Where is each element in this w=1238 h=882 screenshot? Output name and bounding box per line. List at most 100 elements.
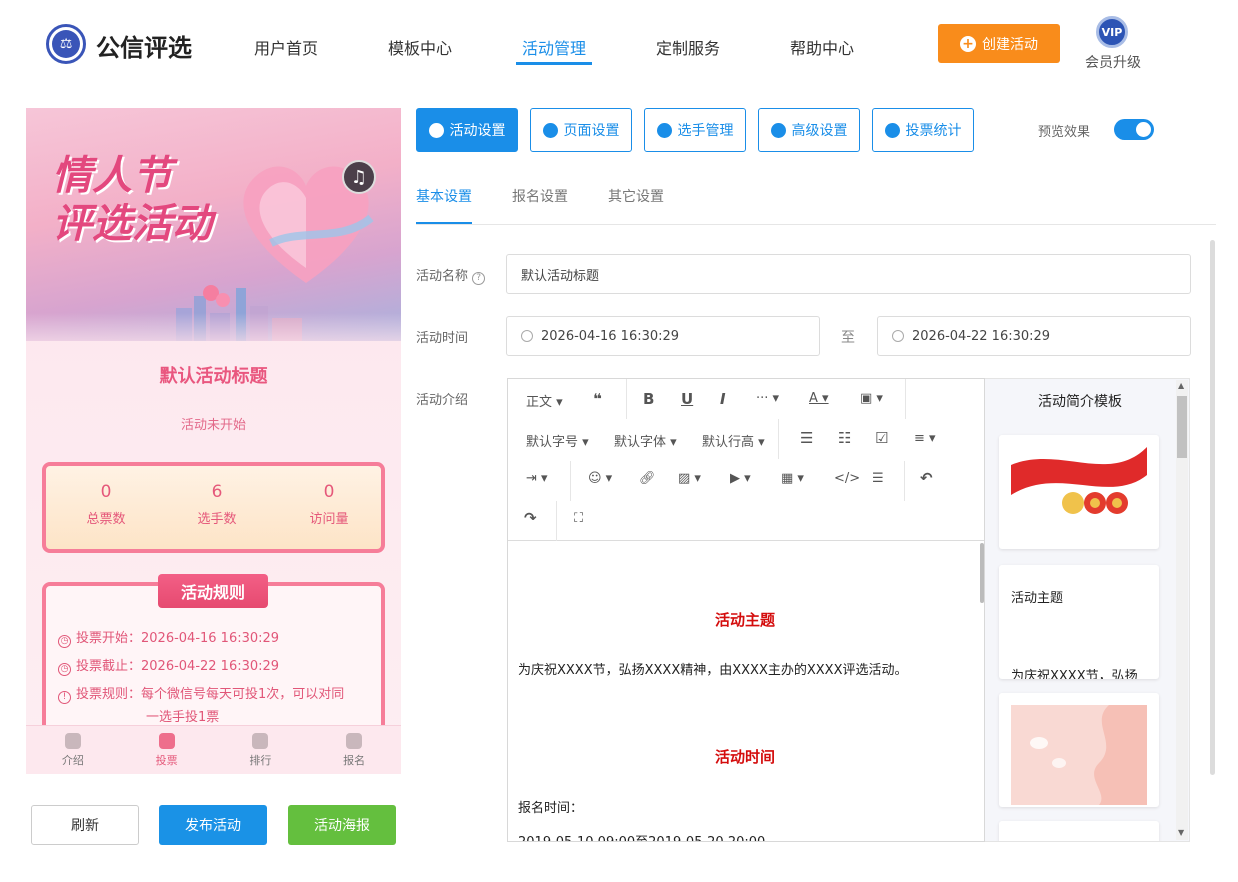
banner-title-line2: 评选活动 [52, 201, 212, 247]
tab-label: 页面设置 [563, 123, 620, 139]
video-icon[interactable]: ▶ ▾ [730, 471, 751, 486]
brand-name: 公信评选 [96, 34, 192, 62]
stat-value: 0 [323, 482, 335, 502]
vip-upgrade-link[interactable]: 会员升级 [1085, 52, 1141, 72]
tab-activity-settings[interactable]: 活动设置 [416, 108, 518, 152]
tab-label: 介绍 [61, 753, 84, 767]
ranking-icon [252, 732, 269, 749]
rule-voting-text: 投票规则：每个微信号每天可投1次，可以对同 [76, 687, 345, 702]
rich-text-editor[interactable]: 正文 ▾ ❝ B U I ··· ▾ A ▾ ▣ ▾ 默认字号 ▾ 默认字体 ▾… [507, 378, 985, 842]
underline-icon[interactable]: U [681, 390, 693, 408]
clock-icon [892, 330, 904, 342]
help-icon[interactable]: ? [472, 272, 486, 285]
template-card[interactable] [999, 821, 1159, 841]
code-icon[interactable]: </> [834, 471, 860, 486]
tab-label: 排行 [249, 753, 272, 767]
rule-start: ◷ 投票开始：2026-04-16 16:30:29 [58, 627, 279, 648]
template-card-text: 为庆祝XXXX节，弘扬 [1011, 669, 1138, 679]
bold-icon[interactable]: B [643, 390, 654, 408]
nav-custom-service[interactable]: 定制服务 [656, 35, 720, 59]
poster-button[interactable]: 活动海报 [288, 805, 396, 845]
editor-content[interactable]: 活动主题 为庆祝XXXX节，弘扬XXXX精神，由XXXX主办的XXXX评选活动。… [508, 541, 982, 841]
scroll-up-icon[interactable]: ▲ [1178, 381, 1184, 390]
toolbar-divider [556, 501, 557, 541]
subtab-divider [416, 224, 1216, 225]
tab-intro[interactable]: 介绍 [26, 726, 120, 774]
scroll-down-icon[interactable]: ▼ [1178, 828, 1184, 837]
paragraph-select[interactable]: 正文 ▾ [526, 391, 563, 410]
tab-label: 高级设置 [791, 123, 848, 139]
line-height-value: 默认行高 [702, 435, 755, 450]
template-scrollbar-thumb[interactable] [1177, 396, 1187, 458]
tab-vote[interactable]: 投票 [120, 726, 214, 774]
indent-icon[interactable]: ⇥ ▾ [526, 471, 548, 486]
rule-end-text: 投票截止：2026-04-22 16:30:29 [76, 659, 280, 674]
mobile-tabbar: 介绍 投票 排行 报名 [26, 725, 401, 774]
toolbar-divider [570, 461, 571, 501]
activity-name-input[interactable]: 默认活动标题 [506, 254, 1191, 294]
activity-intro-label: 活动介绍 [416, 393, 469, 408]
stat-label: 选手数 [197, 512, 237, 527]
font-size-select[interactable]: 默认字号 ▾ [526, 431, 589, 450]
divider-icon[interactable]: ☰ [872, 471, 884, 486]
preview-toggle[interactable] [1114, 119, 1154, 140]
create-activity-button[interactable]: + 创建活动 [938, 24, 1060, 63]
more-icon[interactable]: ··· ▾ [756, 391, 779, 406]
table-icon[interactable]: ▦ ▾ [781, 471, 804, 486]
vip-icon[interactable]: VIP [1096, 16, 1128, 48]
stats-box: 0 总票数 6 选手数 0 访问量 [42, 462, 385, 553]
page-scrollbar[interactable] [1210, 240, 1215, 775]
subtab-basic[interactable]: 基本设置 [416, 186, 472, 206]
fullscreen-icon[interactable]: ⛶ [574, 511, 583, 526]
template-card[interactable]: 活动主题 为庆祝XXXX节，弘扬 [999, 565, 1159, 679]
publish-button[interactable]: 发布活动 [159, 805, 267, 845]
activity-title: 默认活动标题 [159, 366, 268, 387]
nav-activity-management[interactable]: 活动管理 [522, 35, 586, 59]
tab-label: 投票统计 [905, 123, 962, 139]
stat-total-votes: 0 总票数 [51, 482, 161, 527]
tab-signup[interactable]: 报名 [307, 726, 401, 774]
subtab-signup[interactable]: 报名设置 [512, 186, 568, 206]
image-icon[interactable]: ▨ ▾ [678, 471, 701, 486]
nav-help-center[interactable]: 帮助中心 [790, 35, 854, 59]
quote-icon[interactable]: ❝ [593, 390, 602, 408]
nav-user-home[interactable]: 用户首页 [254, 35, 318, 59]
background-color-icon[interactable]: ▣ ▾ [860, 391, 883, 406]
align-icon[interactable]: ≡ ▾ [914, 431, 936, 446]
emoji-icon[interactable]: ☺ ▾ [588, 471, 612, 486]
font-size-value: 默认字号 [526, 435, 579, 450]
numbered-list-icon[interactable]: ☷ [838, 429, 851, 447]
link-icon[interactable]: 🔗︎ [639, 471, 656, 486]
tab-ranking[interactable]: 排行 [214, 726, 308, 774]
nav-template-center[interactable]: 模板中心 [388, 35, 452, 59]
activity-name-label: 活动名称 ? [416, 265, 486, 285]
tab-page-settings[interactable]: 页面设置 [530, 108, 632, 152]
font-color-icon[interactable]: A ▾ [809, 391, 829, 406]
tab-advanced-settings[interactable]: 高级设置 [758, 108, 860, 152]
tab-contestant-management[interactable]: 选手管理 [644, 108, 746, 152]
to-label: 至 [841, 330, 855, 346]
toolbar-divider [778, 419, 779, 459]
site-logo[interactable]: ⚖ [46, 24, 86, 64]
tab-vote-statistics[interactable]: 投票统计 [872, 108, 974, 152]
bullet-list-icon[interactable]: ☰ [800, 429, 813, 447]
refresh-button[interactable]: 刷新 [31, 805, 139, 845]
line-height-select[interactable]: 默认行高 ▾ [702, 431, 765, 450]
font-family-select[interactable]: 默认字体 ▾ [614, 431, 677, 450]
redo-icon[interactable]: ↷ [524, 509, 537, 527]
music-icon[interactable]: ♫ [342, 160, 376, 194]
template-card[interactable] [999, 693, 1159, 807]
italic-icon[interactable]: I [720, 390, 726, 408]
start-time-input[interactable]: 2026-04-16 16:30:29 [506, 316, 820, 356]
checklist-icon[interactable]: ☑ [875, 429, 888, 447]
toolbar-divider [905, 379, 906, 419]
end-time-input[interactable]: 2026-04-22 16:30:29 [877, 316, 1191, 356]
start-time-value: 2026-04-16 16:30:29 [541, 328, 680, 344]
content-signup-time-label: 报名时间： [518, 801, 584, 816]
content-heading-time: 活动时间 [714, 748, 775, 766]
undo-icon[interactable]: ↶ [920, 469, 933, 487]
editor-toolbar: 正文 ▾ ❝ B U I ··· ▾ A ▾ ▣ ▾ 默认字号 ▾ 默认字体 ▾… [508, 379, 984, 541]
template-card[interactable] [999, 435, 1159, 549]
subtab-other[interactable]: 其它设置 [608, 186, 664, 206]
editor-scrollbar[interactable] [980, 543, 984, 603]
